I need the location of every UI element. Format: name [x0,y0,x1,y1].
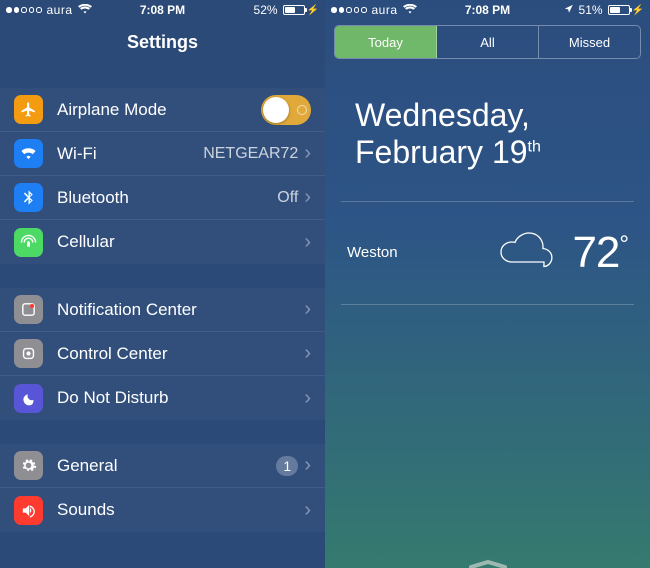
tab-all[interactable]: All [437,26,539,58]
status-bar: aura 7:08 PM 51% ⚡ [325,0,650,20]
settings-screen: aura 7:08 PM 52% ⚡ Settings Airplane Mod… [0,0,325,568]
cellular-icon [14,228,43,257]
page-title: Settings [0,20,325,64]
wifi-icon [78,3,92,17]
row-cellular[interactable]: Cellular › [0,220,325,264]
settings-group: Notification Center › Control Center › D… [0,288,325,420]
row-label: Cellular [57,232,304,252]
weather-city: Weston [347,244,482,261]
row-label: Notification Center [57,300,304,320]
date-month-day: February 19th [355,134,630,171]
row-wifi[interactable]: Wi-Fi NETGEAR72 › [0,132,325,176]
row-general[interactable]: General 1 › [0,444,325,488]
clock: 7:08 PM [140,3,185,17]
airplane-toggle[interactable] [261,95,311,125]
moon-icon [14,384,43,413]
chevron-right-icon: › [304,499,311,522]
chevron-right-icon: › [304,142,311,165]
battery-pct: 52% [254,3,278,17]
signal-strength-icon [331,7,367,13]
grabber-handle[interactable] [469,556,507,562]
chevron-right-icon: › [304,387,311,410]
wifi-icon [403,3,417,17]
weather-widget[interactable]: Weston 72° [325,202,650,304]
date-ordinal: th [528,138,541,155]
date-weekday: Wednesday, [355,97,630,134]
divider [341,304,634,305]
segmented-control: Today All Missed [334,25,641,59]
battery-icon: ⚡ [608,5,644,16]
row-label: Airplane Mode [57,100,261,120]
notification-center-screen: aura 7:08 PM 51% ⚡ Today All Missed Wedn… [325,0,650,568]
weather-temp: 72° [572,228,628,278]
status-bar: aura 7:08 PM 52% ⚡ [0,0,325,20]
row-label: Bluetooth [57,188,277,208]
row-label: Do Not Disturb [57,388,304,408]
row-do-not-disturb[interactable]: Do Not Disturb › [0,376,325,420]
tab-today[interactable]: Today [335,26,437,58]
signal-strength-icon [6,7,42,13]
row-value: Off [277,189,298,207]
carrier-label: aura [372,3,398,17]
row-bluetooth[interactable]: Bluetooth Off › [0,176,325,220]
row-airplane-mode[interactable]: Airplane Mode [0,88,325,132]
row-control-center[interactable]: Control Center › [0,332,325,376]
row-label: Sounds [57,500,304,520]
clock: 7:08 PM [465,3,510,17]
notification-center-icon [14,295,43,324]
settings-group: Airplane Mode Wi-Fi NETGEAR72 › Bluetoot… [0,88,325,264]
settings-group: General 1 › Sounds › [0,444,325,532]
airplane-icon [14,95,43,124]
row-value: NETGEAR72 [203,145,298,163]
gear-icon [14,451,43,480]
location-icon [564,3,574,17]
battery-icon: ⚡ [283,5,319,16]
row-label: Wi-Fi [57,144,203,164]
wifi-settings-icon [14,139,43,168]
chevron-right-icon: › [304,231,311,254]
row-sounds[interactable]: Sounds › [0,488,325,532]
speaker-icon [14,496,43,525]
battery-pct: 51% [579,3,603,17]
control-center-icon [14,339,43,368]
chevron-right-icon: › [304,342,311,365]
cloud-icon [496,230,558,275]
bluetooth-icon [14,183,43,212]
badge-count: 1 [276,456,298,476]
date-widget: Wednesday, February 19th [325,59,650,201]
tab-missed[interactable]: Missed [539,26,640,58]
row-label: Control Center [57,344,304,364]
chevron-right-icon: › [304,454,311,477]
row-notification-center[interactable]: Notification Center › [0,288,325,332]
chevron-right-icon: › [304,298,311,321]
row-label: General [57,456,276,476]
chevron-right-icon: › [304,186,311,209]
carrier-label: aura [47,3,73,17]
